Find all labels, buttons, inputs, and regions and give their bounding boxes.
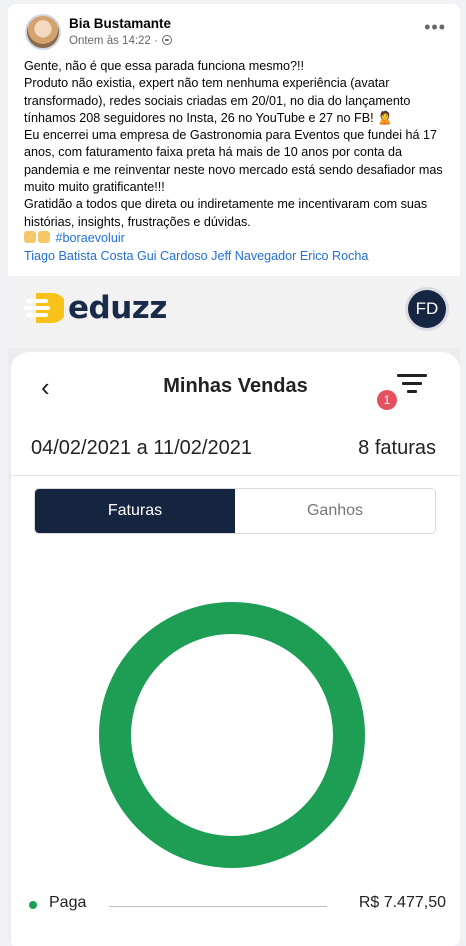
post-header: Bia Bustamante Ontem às 14:22 · •••: [8, 4, 460, 54]
tag-link[interactable]: Tiago Batista: [24, 249, 97, 263]
tag-link[interactable]: Jeff Navegador: [211, 249, 296, 263]
filter-icon[interactable]: [397, 374, 427, 396]
legend-value: R$ 7.477,50: [358, 894, 446, 911]
divider: [11, 475, 460, 476]
brand-name: eduzz: [68, 290, 167, 326]
tab-faturas[interactable]: Faturas: [35, 489, 235, 533]
hands-icon: [38, 231, 50, 243]
legend-divider: [109, 906, 327, 907]
post-timestamp[interactable]: Ontem às 14:22 ·: [69, 35, 161, 47]
globe-icon: [162, 35, 173, 45]
legend-marker: [29, 901, 37, 909]
tab-ganhos[interactable]: Ganhos: [235, 489, 435, 533]
author-avatar[interactable]: [25, 14, 61, 50]
view-toggle: Faturas Ganhos: [34, 488, 436, 534]
facebook-post: Bia Bustamante Ontem às 14:22 · ••• Gent…: [8, 4, 460, 946]
praying-hands-icon: [24, 231, 36, 243]
user-avatar[interactable]: FD: [408, 290, 446, 328]
post-image[interactable]: eduzz FD ‹ Minhas Vendas 1 04/02/2021 a …: [8, 276, 460, 946]
sales-card: ‹ Minhas Vendas 1 04/02/2021 a 11/02/202…: [11, 352, 460, 946]
post-body: Gente, não é que essa parada funciona me…: [24, 59, 443, 229]
tag-link[interactable]: Erico Rocha: [300, 249, 369, 263]
author-name[interactable]: Bia Bustamante: [69, 16, 171, 31]
tag-link[interactable]: Costa: [101, 249, 134, 263]
invoice-count: 8 faturas: [358, 437, 436, 459]
hashtag-row: #boraevoluir: [24, 230, 125, 247]
app-header: eduzz FD: [8, 276, 460, 348]
donut-slice-paga: [99, 602, 365, 868]
tag-link[interactable]: Gui Cardoso: [137, 249, 208, 263]
more-options-icon[interactable]: •••: [424, 18, 446, 36]
legend-row: Paga R$ 7.477,50: [11, 886, 460, 926]
slice-percent-label: 100%: [215, 820, 256, 837]
filter-count-badge: 1: [377, 390, 397, 410]
legend-label: Paga: [49, 894, 87, 911]
eduzz-logo-icon: [24, 293, 64, 323]
post-meta: Ontem às 14:22 ·: [69, 35, 173, 47]
date-range[interactable]: 04/02/2021 a 11/02/2021: [31, 437, 252, 460]
tagged-people: Tiago Batista Costa Gui Cardoso Jeff Nav…: [24, 248, 368, 265]
hashtag-link[interactable]: #boraevoluir: [56, 231, 125, 245]
